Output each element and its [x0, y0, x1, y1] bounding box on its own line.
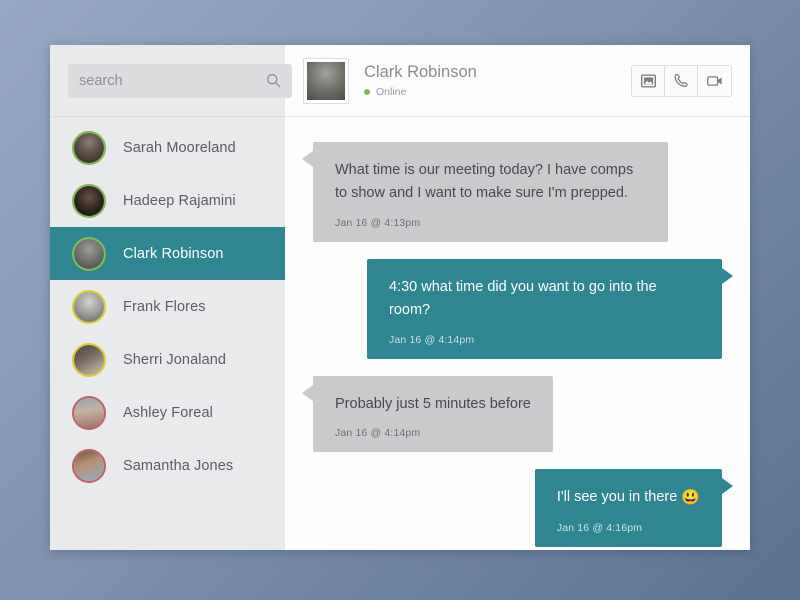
- message-bubble-outgoing[interactable]: 4:30 what time did you want to go into t…: [367, 258, 733, 359]
- avatar: [72, 183, 106, 218]
- avatar: [72, 342, 106, 377]
- avatar: [72, 130, 106, 165]
- sidebar-item-ashley-foreal[interactable]: Ashley Foreal: [50, 386, 285, 439]
- message-text-content: I'll see you in there: [556, 489, 682, 506]
- message-text: What time is our meeting today? I have c…: [335, 162, 634, 202]
- sidebar-item-sarah-mooreland[interactable]: Sarah Mooreland: [50, 121, 285, 174]
- video-icon: [706, 75, 723, 87]
- message-timestamp: Jan 16 @ 4:14pm: [389, 333, 475, 346]
- smiley-emoji-icon: 😃: [681, 489, 700, 507]
- message-row: I'll see you in there 😃 Jan 16 @ 4:16pm: [313, 469, 734, 547]
- message-text: I'll see you in there 😃: [557, 486, 700, 510]
- search-box[interactable]: [68, 63, 292, 98]
- sidebar-item-label: Ashley Foreal: [123, 404, 213, 421]
- search-area: [50, 45, 292, 117]
- chat-panel: Clark Robinson Online What time is our m…: [285, 45, 750, 550]
- search-input[interactable]: [79, 72, 266, 89]
- avatar: [72, 236, 106, 271]
- message-bubble-outgoing[interactable]: I'll see you in there 😃 Jan 16 @ 4:16pm: [534, 469, 734, 547]
- page-title: Clark Robinson: [364, 63, 477, 82]
- chat-window: Sarah Mooreland Hadeep Rajamini Clark Ro…: [50, 45, 750, 550]
- header-actions: [631, 64, 732, 97]
- message-timestamp: Jan 16 @ 4:14pm: [335, 427, 421, 440]
- message-bubble-incoming[interactable]: What time is our meeting today? I have c…: [302, 142, 668, 242]
- avatar: [72, 395, 106, 430]
- status-badge: Online: [364, 86, 631, 98]
- header-text: Clark Robinson Online: [364, 63, 631, 98]
- sidebar: Sarah Mooreland Hadeep Rajamini Clark Ro…: [50, 45, 292, 550]
- send-image-button[interactable]: [632, 65, 665, 96]
- status-label: Online: [376, 85, 407, 98]
- sidebar-item-sherri-jonaland[interactable]: Sherri Jonaland: [50, 333, 285, 386]
- message-list: What time is our meeting today? I have c…: [285, 117, 750, 550]
- video-call-button[interactable]: [698, 65, 731, 96]
- sidebar-item-label: Clark Robinson: [123, 245, 224, 262]
- avatar: [72, 448, 106, 483]
- message-row: 4:30 what time did you want to go into t…: [313, 258, 733, 359]
- sidebar-item-label: Samantha Jones: [123, 457, 234, 474]
- avatar: [304, 58, 348, 103]
- sidebar-item-label: Sherri Jonaland: [123, 351, 227, 368]
- message-timestamp: Jan 16 @ 4:16pm: [556, 521, 643, 534]
- chat-header: Clark Robinson Online: [285, 45, 750, 117]
- message-bubble-incoming[interactable]: Probably just 5 minutes before Jan 16 @ …: [302, 375, 553, 453]
- message-text: 4:30 what time did you want to go into t…: [389, 278, 657, 319]
- online-status-dot: [364, 88, 370, 95]
- contact-list: Sarah Mooreland Hadeep Rajamini Clark Ro…: [50, 117, 285, 550]
- sidebar-item-hadeep-rajamini[interactable]: Hadeep Rajamini: [50, 174, 285, 227]
- message-row: Probably just 5 minutes before Jan 16 @ …: [302, 375, 722, 453]
- sidebar-item-label: Hadeep Rajamini: [123, 192, 236, 209]
- search-icon[interactable]: [266, 73, 281, 88]
- message-timestamp: Jan 16 @ 4:13pm: [335, 216, 421, 229]
- sidebar-item-label: Sarah Mooreland: [123, 139, 236, 156]
- image-icon: [640, 74, 656, 88]
- message-row: What time is our meeting today? I have c…: [302, 142, 722, 242]
- sidebar-item-label: Frank Flores: [123, 298, 206, 315]
- message-text: Probably just 5 minutes before: [335, 395, 531, 412]
- sidebar-item-clark-robinson[interactable]: Clark Robinson: [50, 227, 285, 280]
- sidebar-item-frank-flores[interactable]: Frank Flores: [50, 280, 285, 333]
- voice-call-button[interactable]: [665, 65, 698, 96]
- phone-icon: [674, 73, 689, 88]
- avatar: [72, 289, 106, 324]
- sidebar-item-samantha-jones[interactable]: Samantha Jones: [50, 439, 285, 492]
